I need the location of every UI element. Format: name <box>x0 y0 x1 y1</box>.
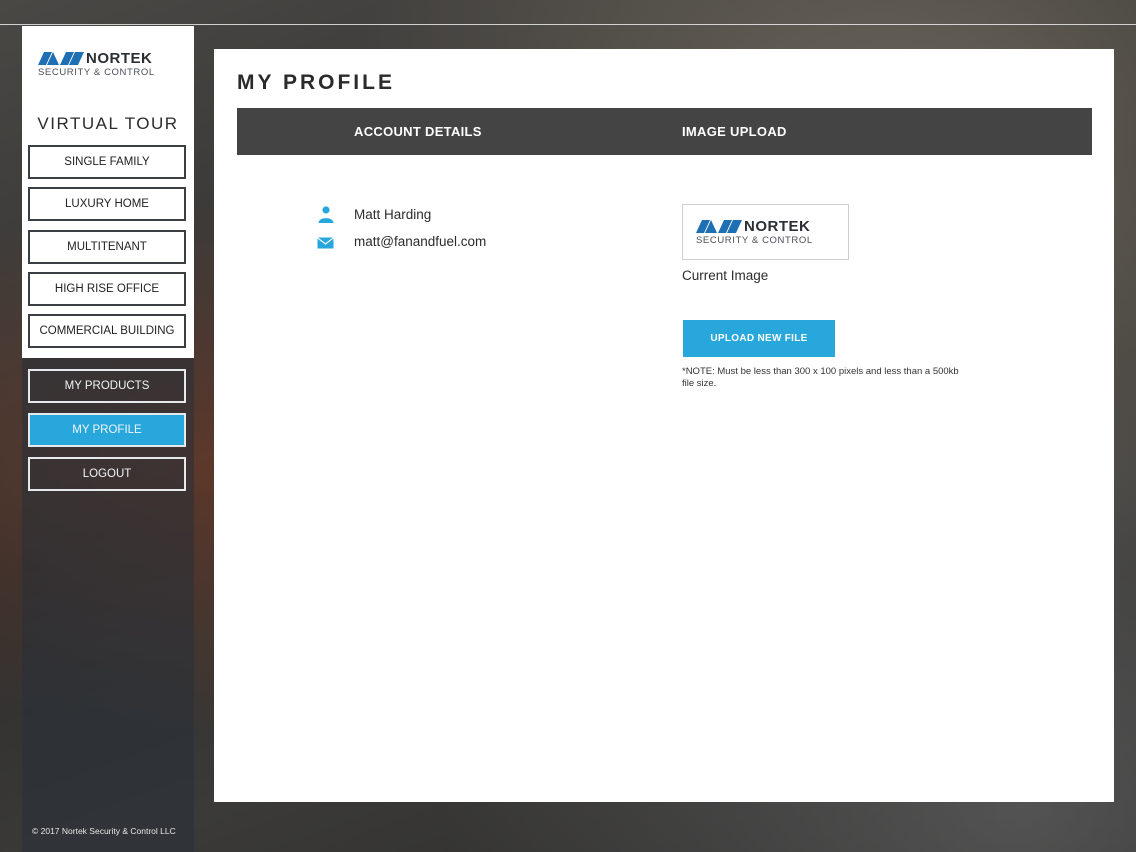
profile-panel: MY PROFILE ACCOUNT DETAILS IMAGE UPLOAD … <box>214 49 1114 802</box>
tour-commercial-building-button[interactable]: COMMERCIAL BUILDING <box>28 314 186 348</box>
tour-multitenant-button[interactable]: MULTITENANT <box>28 230 186 264</box>
page-title: MY PROFILE <box>237 71 395 94</box>
sidebar-header: NORTEK SECURITY & CONTROL VIRTUAL TOUR S… <box>22 26 194 358</box>
nav-my-products-button[interactable]: MY PRODUCTS <box>28 369 186 403</box>
logo-subtitle: SECURITY & CONTROL <box>38 67 155 78</box>
copyright-footer: © 2017 Nortek Security & Control LLC <box>32 826 176 836</box>
nortek-logo-mark-icon <box>38 52 84 65</box>
upload-note: *NOTE: Must be less than 300 x 100 pixel… <box>682 366 959 389</box>
top-divider-line <box>0 24 1136 25</box>
nortek-logo-mark-icon <box>696 220 742 233</box>
tab-account-details[interactable]: ACCOUNT DETAILS <box>354 108 482 155</box>
tab-image-upload[interactable]: IMAGE UPLOAD <box>682 108 787 155</box>
logo-subtitle: SECURITY & CONTROL <box>696 235 813 246</box>
upload-new-file-button[interactable]: UPLOAD NEW FILE <box>683 320 835 357</box>
tab-bar: ACCOUNT DETAILS IMAGE UPLOAD <box>237 108 1092 155</box>
user-icon <box>318 206 334 223</box>
current-image-preview: NORTEK SECURITY & CONTROL <box>682 204 849 260</box>
nav-logout-button[interactable]: LOGOUT <box>28 457 186 491</box>
logo-wordmark: NORTEK <box>86 50 153 67</box>
envelope-icon <box>317 237 334 249</box>
tour-single-family-button[interactable]: SINGLE FAMILY <box>28 145 186 179</box>
current-image-label: Current Image <box>682 268 769 283</box>
tour-luxury-home-button[interactable]: LUXURY HOME <box>28 187 186 221</box>
current-image-logo: NORTEK SECURITY & CONTROL <box>696 218 836 248</box>
account-email: matt@fanandfuel.com <box>354 234 487 249</box>
account-name: Matt Harding <box>354 207 432 222</box>
virtual-tour-heading: VIRTUAL TOUR <box>37 114 179 133</box>
nortek-logo: NORTEK SECURITY & CONTROL <box>38 50 178 80</box>
logo-wordmark: NORTEK <box>744 218 811 235</box>
sidebar: NORTEK SECURITY & CONTROL VIRTUAL TOUR S… <box>22 26 194 852</box>
tour-high-rise-office-button[interactable]: HIGH RISE OFFICE <box>28 272 186 306</box>
nav-my-profile-button[interactable]: MY PROFILE <box>28 413 186 447</box>
